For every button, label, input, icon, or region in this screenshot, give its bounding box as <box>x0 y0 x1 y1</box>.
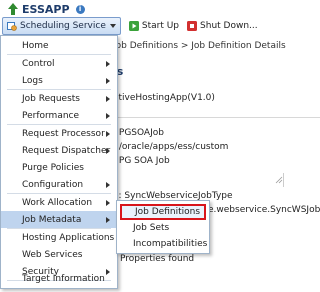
properties-status: Properties found <box>120 254 195 264</box>
start-up-button[interactable]: Start Up <box>128 21 180 31</box>
submenu-item-label: Job Sets <box>133 223 170 233</box>
menu-item-work-allocation[interactable]: Work Allocation <box>1 194 117 211</box>
toolbar: Scheduling Service Start Up Shut Down... <box>2 17 258 35</box>
start-up-label: Start Up <box>141 21 180 31</box>
page-header: ESSAPP i Scheduling Service Start Up Shu… <box>0 0 320 36</box>
menu-item-label: Home <box>22 40 49 51</box>
menu-item-label: Configuration <box>22 179 84 190</box>
menu-item-label: Hosting Applications <box>22 232 115 243</box>
breadcrumb[interactable]: Job Definitions > Job Definition Details <box>113 41 286 51</box>
job-metadata-submenu: Job Definitions Job Sets Incompatibiliti… <box>116 200 210 254</box>
job-name-value: : PGSOAJob <box>113 128 164 138</box>
start-up-icon <box>128 21 139 31</box>
menu-item-label: Purge Policies <box>22 162 84 173</box>
chevron-right-icon <box>106 148 110 154</box>
chevron-right-icon <box>106 182 110 188</box>
chevron-right-icon <box>106 113 110 119</box>
menu-item-target-information[interactable]: Target Information <box>1 270 117 287</box>
menu-item-label: Job Requests <box>22 93 80 104</box>
application-name: ativeHostingApp(V1.0) <box>113 93 215 103</box>
chevron-right-icon <box>106 131 110 137</box>
menu-item-logs[interactable]: Logs <box>1 72 117 89</box>
up-arrow-icon[interactable] <box>8 3 18 15</box>
menu-item-label: Target Information <box>22 273 105 284</box>
menu-item-control[interactable]: Control <box>1 55 117 72</box>
menu-item-label: Job Metadata <box>22 214 82 225</box>
menu-item-configuration[interactable]: Configuration <box>1 176 117 193</box>
page-title: ESSAPP <box>22 2 70 16</box>
menu-item-label: Request Processor <box>22 128 105 139</box>
job-path-value: : /oracle/apps/ess/custom <box>113 142 229 152</box>
chevron-right-icon <box>106 61 110 67</box>
resize-grip-icon[interactable] <box>275 176 283 184</box>
menu-item-job-requests[interactable]: Job Requests <box>1 90 117 107</box>
menu-item-request-processor[interactable]: Request Processor <box>1 125 117 142</box>
menu-item-label: Web Services <box>22 249 83 260</box>
chevron-right-icon <box>106 200 110 206</box>
scheduling-service-menu-button[interactable]: Scheduling Service <box>2 17 121 35</box>
chevron-right-icon <box>106 78 110 84</box>
shut-down-button[interactable]: Shut Down... <box>187 21 258 31</box>
shut-down-label: Shut Down... <box>200 21 258 31</box>
display-name-value: : PG SOA Job <box>113 156 170 166</box>
chevron-right-icon <box>106 217 110 223</box>
shut-down-icon <box>187 21 198 31</box>
description-textarea[interactable] <box>113 173 284 187</box>
menu-item-purge-policies[interactable]: Purge Policies <box>1 159 117 176</box>
submenu-item-job-sets[interactable]: Job Sets <box>117 220 209 236</box>
title-row: ESSAPP i <box>8 2 85 16</box>
menu-item-web-services[interactable]: Web Services <box>1 246 117 263</box>
scheduling-service-icon <box>7 22 17 31</box>
menu-item-request-dispatcher[interactable]: Request Dispatcher <box>1 142 117 159</box>
menu-item-performance[interactable]: Performance <box>1 107 117 124</box>
chevron-down-icon <box>109 24 116 28</box>
info-icon[interactable]: i <box>75 4 85 14</box>
menu-item-job-metadata[interactable]: Job Metadata <box>1 211 117 228</box>
chevron-right-icon <box>106 96 110 102</box>
menu-item-label: Logs <box>22 75 43 86</box>
menu-item-label: Request Dispatcher <box>22 145 111 156</box>
job-class-value: e.webservice.SyncWSJob <box>208 205 320 215</box>
scheduling-service-menu: Home Control Logs Job Requests Performan… <box>0 35 118 289</box>
menu-item-home[interactable]: Home <box>1 37 117 54</box>
submenu-item-label: Job Definitions <box>135 207 201 217</box>
submenu-item-job-definitions[interactable]: Job Definitions <box>120 204 206 220</box>
submenu-item-label: Incompatibilities <box>133 239 208 249</box>
scheduling-service-label: Scheduling Service <box>20 21 106 31</box>
menu-item-label: Work Allocation <box>22 197 93 208</box>
menu-item-label: Control <box>22 58 55 69</box>
divider <box>113 117 320 118</box>
menu-item-hosting-applications[interactable]: Hosting Applications <box>1 229 117 246</box>
submenu-item-incompatibilities[interactable]: Incompatibilities <box>117 236 209 252</box>
menu-item-label: Performance <box>22 110 80 121</box>
